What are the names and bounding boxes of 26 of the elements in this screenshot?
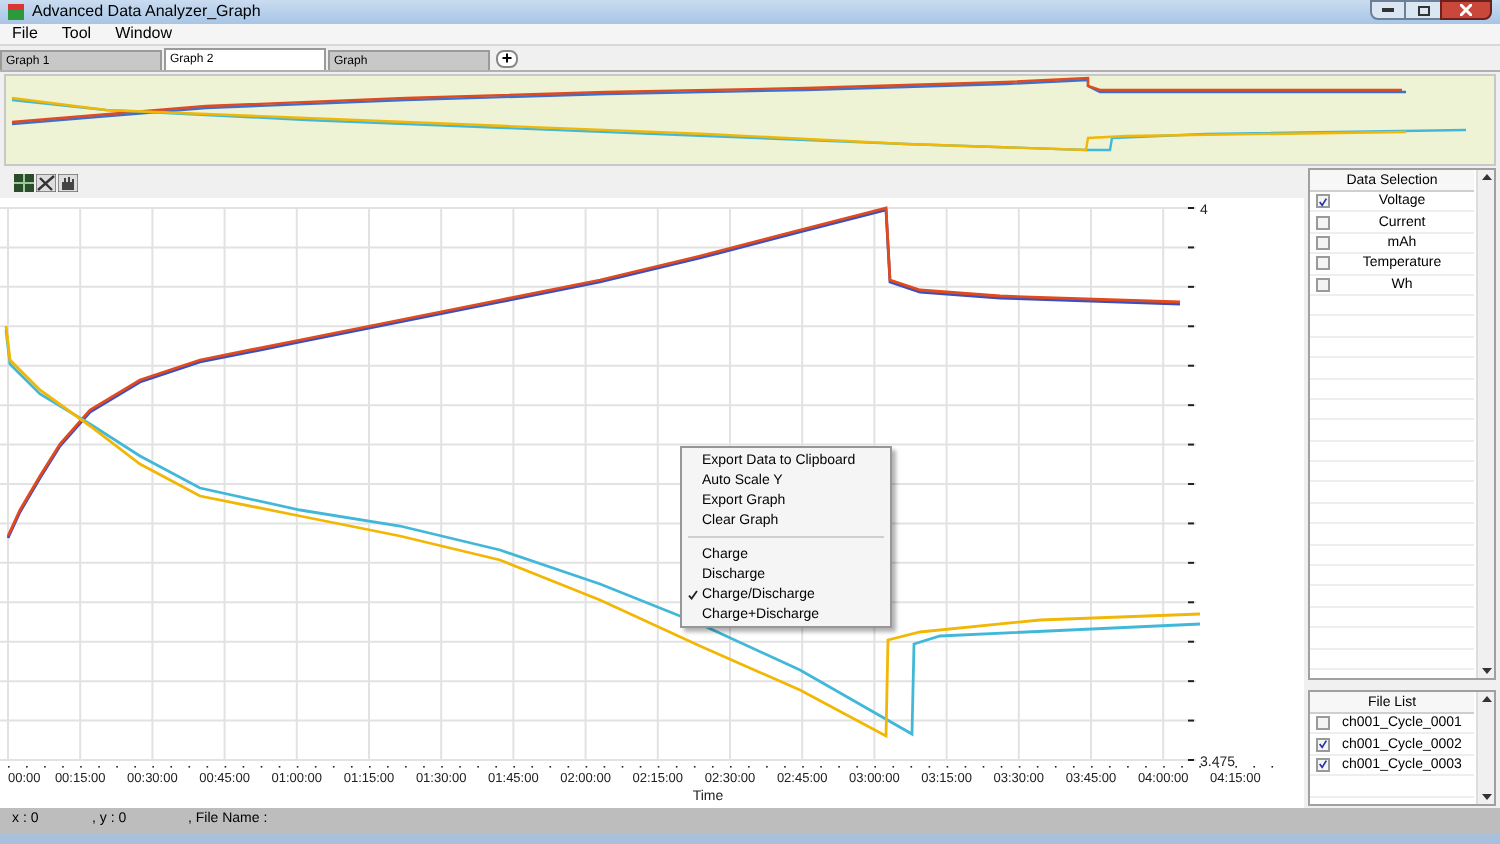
scroll-down-icon[interactable] xyxy=(1481,668,1491,674)
menu-item[interactable]: File xyxy=(8,26,42,42)
close-button[interactable] xyxy=(1440,0,1492,20)
checkbox[interactable] xyxy=(1316,757,1330,772)
add-tab-button[interactable]: + xyxy=(496,50,518,68)
checkbox[interactable] xyxy=(1316,737,1330,752)
hand-icon[interactable] xyxy=(58,174,78,192)
scroll-up-icon[interactable] xyxy=(1481,174,1491,180)
menu-item[interactable]: Tool xyxy=(57,26,96,42)
minimize-button[interactable] xyxy=(1370,0,1406,20)
scroll-down-icon[interactable] xyxy=(1481,794,1491,800)
window-title: Advanced Data Analyzer_Graph xyxy=(32,4,261,20)
checkbox[interactable] xyxy=(1316,277,1330,292)
menu-item[interactable]: Window xyxy=(111,26,177,42)
close-icon xyxy=(1460,4,1472,16)
grid-icon[interactable] xyxy=(14,174,34,192)
scroll-bar[interactable] xyxy=(1476,692,1494,804)
checkbox[interactable] xyxy=(1316,256,1330,271)
checkbox[interactable] xyxy=(1316,194,1330,209)
checkbox[interactable] xyxy=(1316,215,1330,230)
checkbox[interactable] xyxy=(1316,716,1330,731)
scroll-up-icon[interactable] xyxy=(1481,696,1491,702)
checkbox[interactable] xyxy=(1316,235,1330,250)
scroll-bar[interactable] xyxy=(1476,170,1494,678)
maximize-button[interactable] xyxy=(1406,0,1440,20)
app-icon xyxy=(8,4,24,20)
